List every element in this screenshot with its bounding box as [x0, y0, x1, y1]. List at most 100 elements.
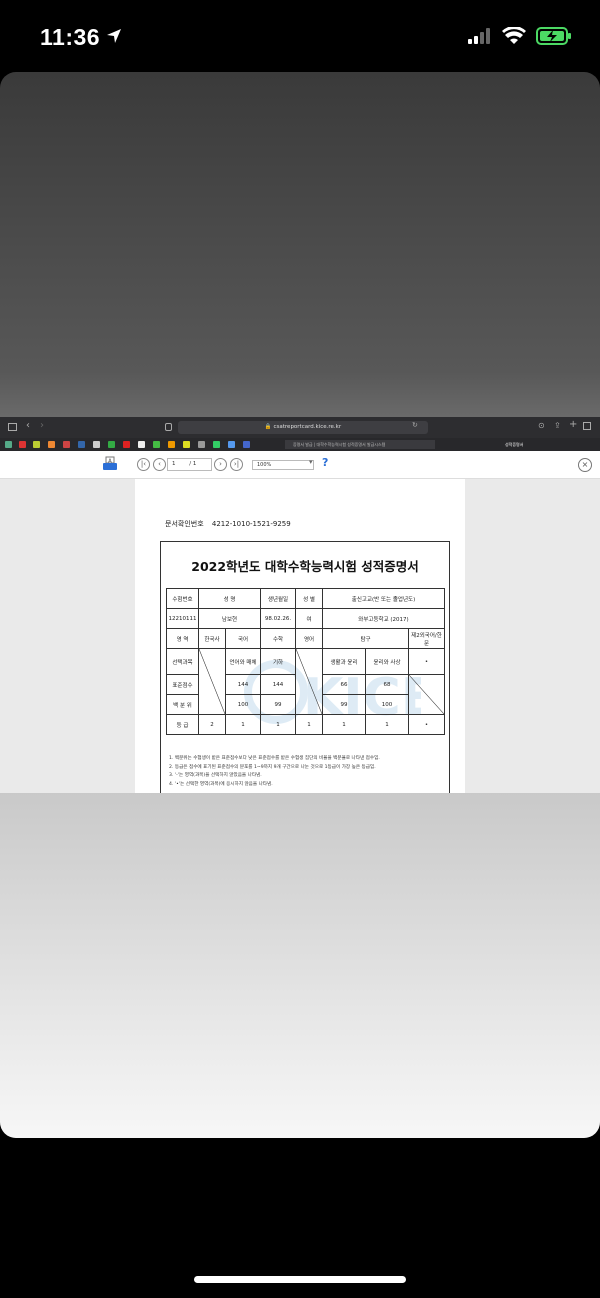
browser-window: ‹ › 🔒 csatreportcard.kice.re.kr ↻ ⊙ ⇪ +: [0, 417, 600, 793]
header-cell: 출신고교(반 또는 졸업년도): [322, 588, 445, 609]
tab-certificate-issue[interactable]: 증명서 발급 | 대학수학능력시험 성적증명서 발급시스템: [285, 440, 435, 449]
photo-lower-area: [0, 792, 600, 1138]
bookmark-icon[interactable]: [19, 441, 26, 448]
zoom-dropdown-icon[interactable]: ▾: [309, 458, 313, 466]
location-arrow-icon: [106, 28, 122, 48]
bookmark-icon[interactable]: [183, 441, 190, 448]
bookmark-icon[interactable]: [48, 441, 55, 448]
photo-card: ‹ › 🔒 csatreportcard.kice.re.kr ↻ ⊙ ⇪ +: [0, 72, 600, 1138]
reload-icon[interactable]: ↻: [412, 421, 418, 429]
tab-score-report[interactable]: 성적증명서: [497, 440, 597, 449]
prev-page-button[interactable]: ‹: [153, 458, 166, 471]
document-id-value: 4212-1010-1521-9259: [211, 520, 291, 528]
area-cell: 제2외국어/한문: [408, 628, 445, 649]
download-icon[interactable]: ⊙: [538, 421, 545, 430]
table-cell: 2: [198, 714, 226, 735]
bookmark-icon[interactable]: [78, 441, 85, 448]
print-icon[interactable]: A: [102, 456, 118, 476]
bookmark-icon[interactable]: [33, 441, 40, 448]
table-cell: 100: [225, 694, 261, 715]
area-cell: 한국사: [198, 628, 226, 649]
close-viewer-button[interactable]: ×: [578, 458, 592, 472]
last-page-button[interactable]: ›|: [230, 458, 243, 471]
table-cell: 99: [260, 694, 296, 715]
header-cell: 수험번호: [166, 588, 199, 609]
table-cell: 68: [365, 674, 409, 695]
document-page: 문서확인번호 4212-1010-1521-9259 2022학년도 대학수학능…: [135, 479, 465, 793]
bookmark-icon[interactable]: [198, 441, 205, 448]
bookmark-icon[interactable]: [108, 441, 115, 448]
bookmark-icon[interactable]: [228, 441, 235, 448]
sidebar-icon[interactable]: [8, 423, 17, 431]
area-cell: 영어: [295, 628, 323, 649]
row-label: 표준점수: [166, 674, 199, 695]
new-tab-icon[interactable]: +: [569, 419, 577, 430]
total-pages: / 1: [189, 461, 197, 467]
address-bar[interactable]: 🔒 csatreportcard.kice.re.kr: [178, 421, 428, 434]
bookmark-icon[interactable]: [5, 441, 12, 448]
bookmark-icon[interactable]: [168, 441, 175, 448]
cellular-signal-icon: [468, 28, 492, 48]
table-row: 12210111 남보현 98.02.26. 여 와부고등학교 (2017): [166, 608, 445, 629]
notes-section: 1. 백분위는 수험생이 받은 표준점수보다 낮은 표준점수를 받은 수험생 집…: [169, 755, 449, 789]
home-indicator[interactable]: [194, 1276, 406, 1283]
table-cell: 1: [322, 714, 366, 735]
help-icon[interactable]: ?: [322, 456, 328, 469]
empty-diagonal-cell: [295, 648, 323, 715]
lock-icon: 🔒: [264, 424, 272, 430]
tabs-overview-icon[interactable]: [583, 422, 591, 430]
table-cell: 와부고등학교 (2017): [322, 608, 445, 629]
page-number-input[interactable]: 1 / 1: [167, 458, 212, 471]
table-cell: 144: [225, 674, 261, 695]
status-time: 11:36: [40, 24, 101, 50]
document-area: 문서확인번호 4212-1010-1521-9259 2022학년도 대학수학능…: [0, 479, 600, 793]
table-cell: 생활과 윤리: [322, 648, 366, 675]
table-row: 선택과목 언어와 매체 기하 생활과 윤리 윤리와 사상 •: [166, 648, 445, 715]
bookmark-icon[interactable]: [213, 441, 220, 448]
table-cell: •: [408, 714, 445, 735]
row-label: 선택과목: [166, 648, 199, 675]
bookmark-icon[interactable]: [153, 441, 160, 448]
row-label: 백 분 위: [166, 694, 199, 715]
zoom-value: 100%: [257, 462, 272, 468]
table-cell: •: [408, 648, 445, 675]
certificate-title: 2022학년도 대학수학능력시험 성적증명서: [191, 559, 419, 574]
share-icon[interactable]: ⇪: [554, 421, 561, 430]
zoom-select[interactable]: 100%: [252, 460, 314, 470]
area-cell: 영 역: [166, 628, 199, 649]
certificate-frame: 2022학년도 대학수학능력시험 성적증명서 KICE 수험번호 성 명 생년월…: [160, 541, 450, 793]
privacy-icon[interactable]: [165, 423, 172, 431]
document-id: 문서확인번호 4212-1010-1521-9259: [165, 519, 291, 529]
area-cell: 탐구: [322, 628, 409, 649]
empty-diagonal-cell: [408, 674, 445, 715]
table-cell: 1: [225, 714, 261, 735]
table-cell: 98.02.26.: [260, 608, 296, 629]
bookmark-icon[interactable]: [138, 441, 145, 448]
table-cell: 여: [295, 608, 323, 629]
forward-icon[interactable]: ›: [40, 420, 44, 431]
table-row: 등 급 2 1 1 1 1 1 •: [166, 714, 445, 735]
area-cell: 수학: [260, 628, 296, 649]
current-page: 1: [172, 461, 176, 467]
bookmarks-bar: 증명서 발급 | 대학수학능력시험 성적증명서 발급시스템 성적증명서: [0, 438, 600, 451]
note-item: 4. '•'는 선택한 영역(과목)에 응시하지 않음을 나타냄.: [169, 781, 273, 787]
back-icon[interactable]: ‹: [26, 420, 30, 431]
table-cell: 윤리와 사상: [365, 648, 409, 675]
header-cell: 생년월일: [260, 588, 296, 609]
bookmark-icon[interactable]: [243, 441, 250, 448]
header-cell: 성 별: [295, 588, 323, 609]
empty-diagonal-cell: [198, 648, 226, 715]
table-cell: 1: [260, 714, 296, 735]
table-cell: 기하: [260, 648, 296, 675]
first-page-button[interactable]: |‹: [137, 458, 150, 471]
bookmark-icon[interactable]: [123, 441, 130, 448]
table-cell: 66: [322, 674, 366, 695]
next-page-button[interactable]: ›: [214, 458, 227, 471]
note-item: 1. 백분위는 수험생이 받은 표준점수보다 낮은 표준점수를 받은 수험생 집…: [169, 756, 380, 761]
row-label: 등 급: [166, 714, 199, 735]
table-row: 수험번호 성 명 생년월일 성 별 출신고교(반 또는 졸업년도): [166, 588, 445, 609]
bookmark-icon[interactable]: [93, 441, 100, 448]
bookmark-icon[interactable]: [63, 441, 70, 448]
table-cell: 1: [295, 714, 323, 735]
note-item: 2. 등급은 점수에 표기된 표준점수의 분포를 1~9까지 9개 구간으로 나…: [169, 764, 376, 770]
